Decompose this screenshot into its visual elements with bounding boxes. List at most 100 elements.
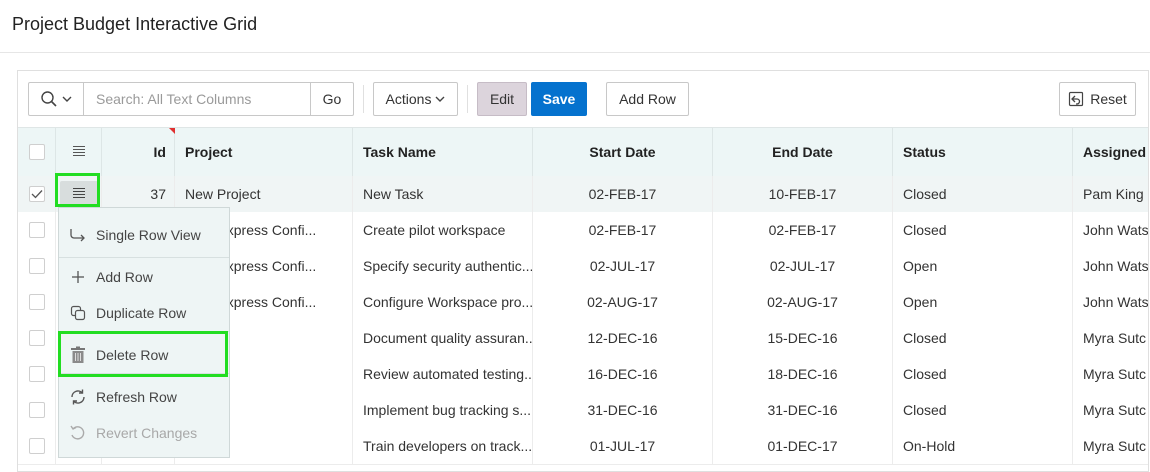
cell-task-name[interactable]: Review automated testing...	[353, 356, 533, 392]
cell-task-name[interactable]: Train developers on track...	[353, 428, 533, 464]
menu-item-revert-changes[interactable]: Revert Changes	[59, 415, 229, 451]
cell-start-date[interactable]: 12-DEC-16	[533, 320, 713, 356]
column-header-task-name[interactable]: Task Name	[353, 128, 533, 176]
menu-item-label: Single Row View	[96, 227, 201, 243]
menu-item-duplicate-row[interactable]: Duplicate Row	[59, 295, 229, 331]
reset-button[interactable]: Reset	[1059, 82, 1136, 116]
cell-status[interactable]: Open	[893, 248, 1073, 284]
cell-end-date[interactable]: 18-DEC-16	[713, 356, 893, 392]
cell-status[interactable]: Closed	[893, 212, 1073, 248]
cell-task-name[interactable]: Specify security authentic...	[353, 248, 533, 284]
cell-task-name[interactable]: Configure Workspace pro...	[353, 284, 533, 320]
column-header-id[interactable]: Id	[102, 128, 175, 176]
duplicate-icon	[67, 305, 89, 321]
toolbar-separator	[363, 85, 364, 113]
cell-task-name[interactable]: Implement bug tracking s...	[353, 392, 533, 428]
row-checkbox[interactable]	[28, 438, 45, 454]
menu-item-single-row-view[interactable]: Single Row View	[59, 217, 229, 253]
cell-assigned[interactable]: Myra Sutc	[1073, 428, 1148, 464]
cell-assigned[interactable]: Myra Sutc	[1073, 392, 1148, 428]
highlight-delete-row	[58, 331, 228, 377]
column-header-start-date[interactable]: Start Date	[533, 128, 713, 176]
cell-start-date[interactable]: 31-DEC-16	[533, 392, 713, 428]
row-checkbox[interactable]	[28, 222, 45, 238]
row-checkbox[interactable]	[28, 258, 45, 274]
cell-assigned[interactable]: John Wats	[1073, 284, 1148, 320]
search-input[interactable]: Search: All Text Columns	[83, 82, 311, 116]
header-actions-cell	[56, 128, 102, 176]
cell-start-date[interactable]: 02-AUG-17	[533, 284, 713, 320]
cell-end-date[interactable]: 10-FEB-17	[713, 176, 893, 212]
cell-assigned[interactable]: John Wats	[1073, 248, 1148, 284]
cell-start-date[interactable]: 02-FEB-17	[533, 176, 713, 212]
add-row-button[interactable]: Add Row	[606, 82, 689, 116]
toolbar-separator	[467, 85, 468, 113]
row-checkbox[interactable]	[28, 330, 45, 346]
select-all-checkbox[interactable]	[28, 144, 45, 160]
cell-end-date[interactable]: 02-AUG-17	[713, 284, 893, 320]
revert-icon	[67, 424, 89, 442]
single-row-view-icon	[67, 227, 89, 243]
hamburger-icon[interactable]	[72, 144, 86, 160]
cell-start-date[interactable]: 16-DEC-16	[533, 356, 713, 392]
cell-assigned[interactable]: Pam King	[1073, 176, 1148, 212]
row-select-cell	[18, 212, 56, 248]
edit-button[interactable]: Edit	[477, 82, 527, 116]
cell-status[interactable]: Open	[893, 284, 1073, 320]
grid-header-row: Id Project Task Name Start Date End Date…	[18, 127, 1148, 177]
cell-assigned[interactable]: John Wats	[1073, 212, 1148, 248]
chevron-down-icon	[435, 95, 445, 103]
row-select-cell	[18, 320, 56, 356]
page-title: Project Budget Interactive Grid	[12, 14, 258, 34]
cell-end-date[interactable]: 31-DEC-16	[713, 392, 893, 428]
chevron-down-icon	[62, 95, 72, 103]
menu-separator	[59, 257, 229, 258]
row-checkbox[interactable]	[28, 402, 45, 418]
select-all-cell	[18, 128, 56, 176]
cell-status[interactable]: Closed	[893, 392, 1073, 428]
cell-start-date[interactable]: 02-JUL-17	[533, 248, 713, 284]
row-select-cell	[18, 284, 56, 320]
menu-item-label: Add Row	[96, 269, 153, 285]
cell-end-date[interactable]: 02-JUL-17	[713, 248, 893, 284]
refresh-icon	[67, 388, 89, 406]
cell-start-date[interactable]: 01-JUL-17	[533, 428, 713, 464]
actions-menu-button[interactable]: Actions	[373, 82, 458, 116]
cell-assigned[interactable]: Myra Sutc	[1073, 320, 1148, 356]
cell-start-date[interactable]: 02-FEB-17	[533, 212, 713, 248]
cell-status[interactable]: Closed	[893, 356, 1073, 392]
search-icon	[40, 90, 58, 108]
column-header-assigned[interactable]: Assigned	[1073, 128, 1148, 176]
row-select-cell	[18, 392, 56, 428]
save-button[interactable]: Save	[531, 82, 587, 116]
cell-end-date[interactable]: 15-DEC-16	[713, 320, 893, 356]
cell-end-date[interactable]: 01-DEC-17	[713, 428, 893, 464]
grid-toolbar: Search: All Text Columns Go Actions Edit…	[18, 71, 1148, 127]
changed-indicator	[169, 128, 175, 134]
reset-icon	[1068, 91, 1084, 107]
row-checkbox[interactable]	[28, 366, 45, 382]
menu-item-refresh-row[interactable]: Refresh Row	[59, 379, 229, 415]
row-checkbox[interactable]	[28, 294, 45, 310]
row-select-cell	[18, 176, 56, 212]
cell-assigned[interactable]: Myra Sutc	[1073, 356, 1148, 392]
menu-item-add-row[interactable]: Add Row	[59, 259, 229, 295]
search-column-button[interactable]	[28, 82, 84, 116]
plus-icon	[67, 270, 89, 284]
cell-task-name[interactable]: Document quality assuran...	[353, 320, 533, 356]
column-header-status[interactable]: Status	[893, 128, 1073, 176]
menu-item-label: Revert Changes	[96, 425, 198, 441]
row-select-cell	[18, 248, 56, 284]
cell-status[interactable]: Closed	[893, 320, 1073, 356]
cell-end-date[interactable]: 02-FEB-17	[713, 212, 893, 248]
go-button[interactable]: Go	[310, 82, 354, 116]
cell-status[interactable]: Closed	[893, 176, 1073, 212]
row-checkbox[interactable]	[28, 186, 45, 202]
actions-label: Actions	[385, 91, 432, 107]
column-header-project[interactable]: Project	[175, 128, 353, 176]
cell-task-name[interactable]: Create pilot workspace	[353, 212, 533, 248]
cell-status[interactable]: On-Hold	[893, 428, 1073, 464]
menu-item-label: Refresh Row	[96, 389, 177, 405]
column-header-end-date[interactable]: End Date	[713, 128, 893, 176]
cell-task-name[interactable]: New Task	[353, 176, 533, 212]
